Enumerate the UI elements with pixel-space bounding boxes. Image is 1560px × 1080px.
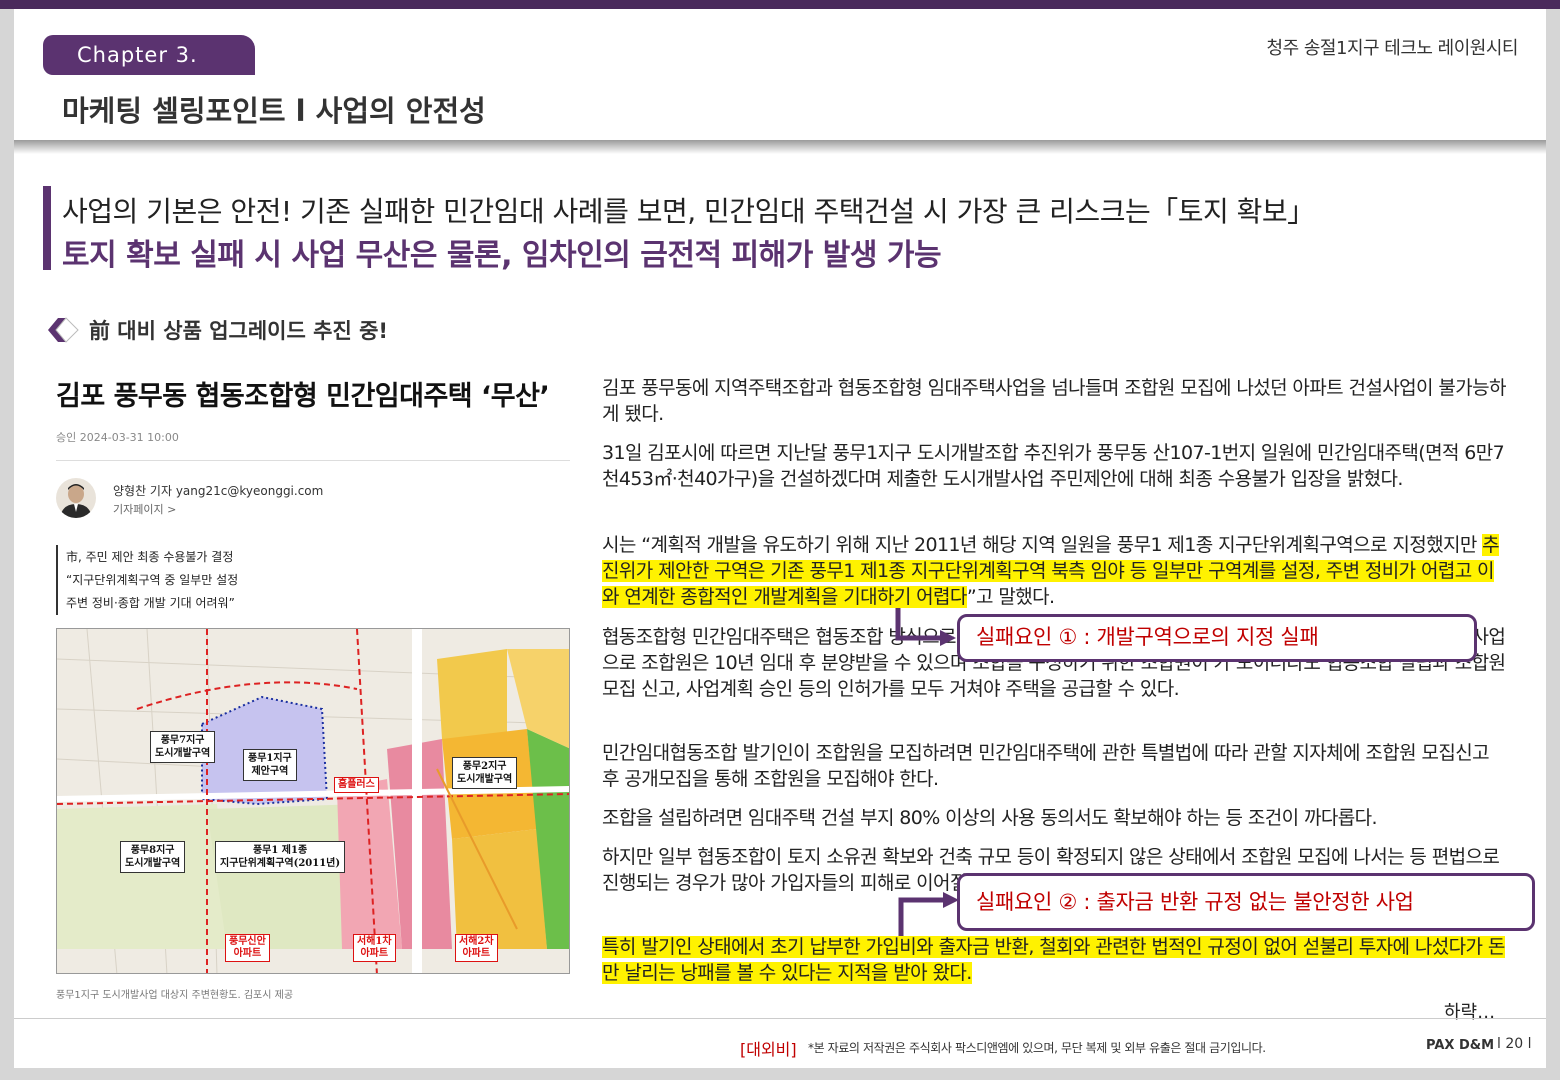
- article-divider: [56, 460, 570, 461]
- map-label-mall: 홈플러스: [334, 777, 379, 793]
- arrow-right-icon: [898, 892, 959, 936]
- chevron-marker-icon: [48, 317, 79, 343]
- page-title: 마케팅 셀링포인트 l 사업의 안전성: [62, 94, 486, 128]
- highlighted-text: 특히 발기인 상태에서 초기 납부한 가입비와 출자금 반환, 철회와 관련한 …: [602, 936, 1505, 984]
- body-paragraph-1: 김포 풍무동에 지역주택조합과 협동조합형 임대주택사업을 넘나들며 조합원 모…: [602, 377, 1506, 425]
- map-label-zone1: 풍무1 제1종 지구단위계획구역(2011년): [215, 841, 346, 873]
- right-frame: [1546, 9, 1560, 1080]
- footer-brand-logo: PAX D&M: [1426, 1038, 1495, 1053]
- map-label-district8: 풍무8지구 도시개발구역: [120, 841, 186, 873]
- continued-text: 하략…: [1444, 1002, 1496, 1023]
- news-article-clipping: 김포 풍무동 협동조합형 민간임대주택 ‘무산’ 승인 2024-03-31 1…: [50, 362, 580, 1002]
- reporter-page-link[interactable]: 기자페이지 >: [113, 501, 176, 517]
- confidential-tag: [대외비]: [740, 1040, 797, 1059]
- article-date: 승인 2024-03-31 10:00: [56, 431, 179, 444]
- body-paragraph-5: 민간임대협동조합 발기인이 조합원을 모집하려면 민간임대주택에 관한 특별법에…: [602, 742, 1490, 790]
- body-paragraph-2: 31일 김포시에 따르면 지난달 풍무1지구 도시개발조합 추진위가 풍무동 산…: [602, 442, 1505, 490]
- map-label-district1: 풍무1지구 제안구역: [243, 749, 297, 781]
- headline-line-2: 토지 확보 실패 시 사업 무산은 물론, 임차인의 금전적 피해가 발생 가능: [62, 238, 942, 273]
- headline-line-1: 사업의 기본은 안전! 기존 실패한 민간임대 사례를 보면, 민간임대 주택건…: [62, 195, 1315, 228]
- map-label-apt3: 서해2차 아파트: [455, 934, 498, 962]
- article-title: 김포 풍무동 협동조합형 민간임대주택 ‘무산’: [56, 381, 550, 412]
- reporter-photo-icon: [60, 484, 92, 518]
- arrow-right-icon: [895, 608, 956, 646]
- slide-page: Chapter 3. 마케팅 셀링포인트 l 사업의 안전성 청주 송절1지구 …: [0, 0, 1560, 1080]
- section-label: 前 대비 상품 업그레이드 추진 중!: [89, 319, 388, 343]
- map-label-apt2: 서해1차 아파트: [353, 934, 396, 962]
- reporter-name: 양형찬 기자 yang21c@kyeonggi.com: [113, 484, 324, 498]
- project-brand: 청주 송절1지구 테크노 레이원시티: [1266, 38, 1519, 59]
- reporter-avatar: [56, 478, 96, 518]
- left-frame: [0, 9, 14, 1080]
- failure-factor-1-callout: 실패요인 ① : 개발구역으로의 지정 실패: [957, 614, 1477, 662]
- map-label-district2: 풍무2지구 도시개발구역: [452, 757, 518, 789]
- copyright-note: *본 자료의 저작권은 주식회사 팍스디앤엠에 있으며, 무단 복제 및 외부 …: [808, 1041, 1266, 1055]
- body-paragraph-8: 특히 발기인 상태에서 초기 납부한 가입비와 출자금 반환, 철회와 관련한 …: [602, 934, 1507, 986]
- body-paragraph-6: 조합을 설립하려면 임대주택 건설 부지 80% 이상의 사용 동의서도 확보해…: [602, 807, 1378, 829]
- headline-accent-bar: [43, 186, 51, 270]
- chapter-tab: Chapter 3.: [43, 35, 255, 75]
- page-number: l 20 l: [1497, 1036, 1532, 1052]
- summary-line: “지구단위계획구역 중 일부만 설정: [66, 573, 239, 587]
- summary-line: 주변 정비·종합 개발 기대 어려워”: [66, 596, 235, 610]
- district-map: 풍무7지구 도시개발구역 풍무1지구 제안구역 풍무2지구 도시개발구역 풍무8…: [56, 628, 570, 974]
- body-text: 시는 “계획적 개발을 유도하기 위해 지난 2011년 해당 지역 일원을 풍…: [602, 534, 1483, 556]
- map-caption: 풍무1지구 도시개발사업 대상지 주변현황도. 김포시 제공: [56, 990, 294, 1001]
- summary-line: 市, 주민 제안 최종 수용불가 결정: [66, 550, 234, 564]
- body-text: ”고 말했다.: [966, 586, 1055, 608]
- top-accent-bar: [0, 0, 1560, 9]
- body-paragraph-3: 시는 “계획적 개발을 유도하기 위해 지난 2011년 해당 지역 일원을 풍…: [602, 532, 1507, 610]
- summary-bar: [56, 545, 58, 615]
- bottom-frame: [0, 1068, 1560, 1080]
- footer-divider: [14, 1018, 1546, 1019]
- district-map-drawing: [57, 629, 569, 973]
- map-label-district7: 풍무7지구 도시개발구역: [150, 731, 216, 763]
- failure-factor-2-callout: 실패요인 ② : 출자금 반환 규정 없는 불안정한 사업: [957, 873, 1535, 931]
- map-label-apt1: 풍무신안 아파트: [225, 934, 270, 962]
- header-divider: [14, 140, 1546, 154]
